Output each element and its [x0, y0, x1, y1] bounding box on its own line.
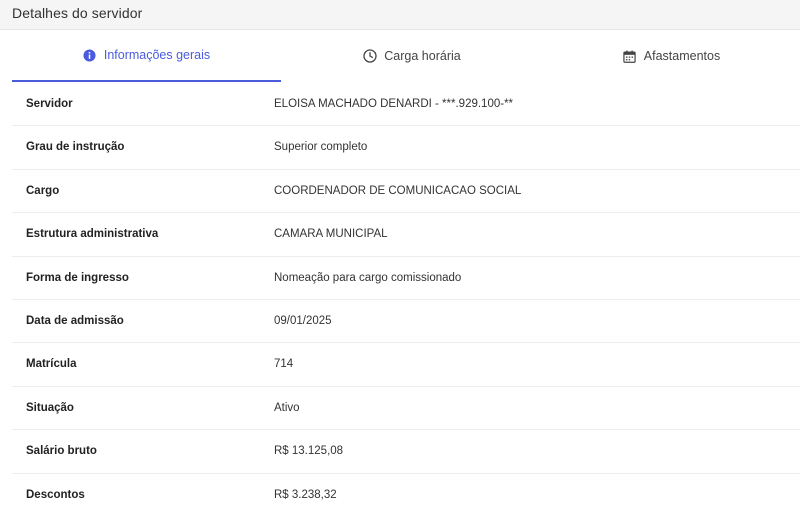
row-value: COORDENADOR DE COMUNICACAO SOCIAL	[274, 184, 522, 197]
table-row: Forma de ingresso Nomeação para cargo co…	[12, 257, 800, 300]
details-table: Servidor ELOISA MACHADO DENARDI - ***.92…	[12, 83, 800, 517]
table-row: Situação Ativo	[12, 387, 800, 431]
row-label: Cargo	[26, 184, 60, 197]
row-value: Ativo	[274, 401, 300, 414]
table-row: Data de admissão 09/01/2025	[12, 300, 800, 344]
page: Detalhes do servidor Informações gerais	[0, 0, 800, 522]
row-value: ELOISA MACHADO DENARDI - ***.929.100-**	[274, 98, 514, 110]
row-value: CAMARA MUNICIPAL	[274, 228, 388, 241]
page-title: Detalhes do servidor	[12, 5, 143, 21]
tab-informacoes-gerais[interactable]: Informações gerais	[12, 30, 281, 82]
tab-bar: Informações gerais Carga horária Afastam…	[12, 30, 800, 82]
table-row: Salário bruto R$ 13.125,08	[12, 430, 800, 474]
tab-carga-horaria[interactable]: Carga horária	[281, 30, 543, 82]
row-label: Salário bruto	[26, 445, 97, 458]
info-icon	[83, 48, 97, 62]
row-value: 09/01/2025	[274, 314, 332, 327]
row-value: R$ 13.125,08	[274, 445, 344, 458]
row-value: Nomeação para cargo comissionado	[274, 271, 462, 284]
row-label: Estrutura administrativa	[26, 228, 159, 241]
table-row: Descontos R$ 3.238,32	[12, 474, 800, 517]
row-label: Servidor	[26, 98, 73, 110]
table-row: Grau de instrução Superior completo	[12, 126, 800, 170]
row-value: R$ 3.238,32	[274, 488, 337, 501]
details-card: Informações gerais Carga horária Afastam…	[0, 29, 800, 522]
row-value: Superior completo	[274, 141, 368, 154]
row-label: Forma de ingresso	[26, 271, 129, 284]
row-label: Grau de instrução	[26, 141, 125, 154]
calendar-icon	[623, 49, 637, 63]
table-row: Cargo COORDENADOR DE COMUNICACAO SOCIAL	[12, 170, 800, 214]
row-value: 714	[274, 358, 294, 371]
tab-label: Carga horária	[384, 49, 461, 63]
row-label: Descontos	[26, 488, 85, 501]
tab-afastamentos[interactable]: Afastamentos	[543, 30, 800, 82]
row-label: Matrícula	[26, 358, 77, 371]
clock-icon	[363, 49, 377, 63]
table-row: Estrutura administrativa CAMARA MUNICIPA…	[12, 213, 800, 257]
tab-label: Informações gerais	[103, 48, 211, 62]
row-label: Situação	[26, 401, 74, 414]
tab-label: Afastamentos	[643, 49, 721, 63]
table-row: Servidor ELOISA MACHADO DENARDI - ***.92…	[12, 83, 800, 127]
row-label: Data de admissão	[26, 314, 124, 327]
table-row: Matrícula 714	[12, 343, 800, 387]
